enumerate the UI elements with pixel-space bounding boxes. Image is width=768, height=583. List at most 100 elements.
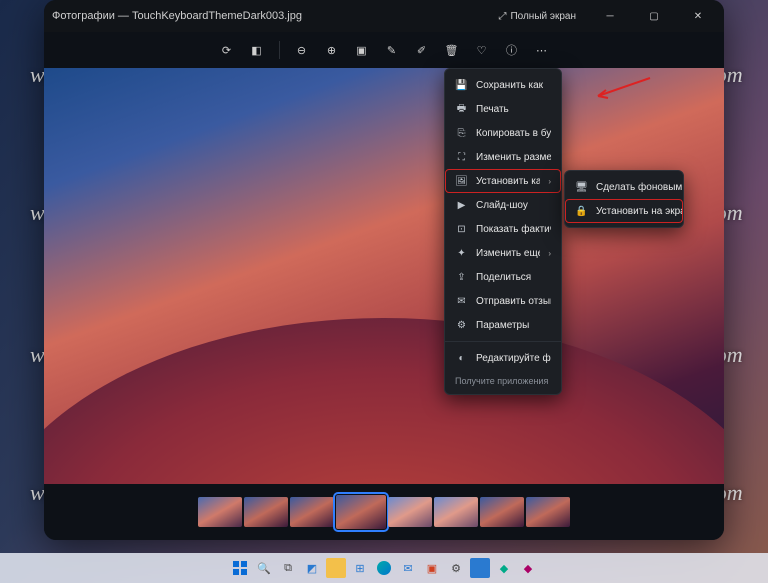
menu-actual-size[interactable]: ⊡ Показать фактический размер bbox=[445, 217, 561, 241]
menu-feedback[interactable]: ✉ Отправить отзыв bbox=[445, 289, 561, 313]
more-menu: 💾 Сохранить как 🖶 Печать ⎘ Копировать в … bbox=[444, 68, 562, 395]
setas-icon: 🖼 bbox=[455, 175, 468, 188]
submenu-label: Установить на экран блокировки bbox=[596, 206, 683, 217]
office-button[interactable]: ▣ bbox=[422, 558, 442, 578]
menu-set-as[interactable]: 🖼 Установить как › bbox=[445, 169, 561, 193]
minimize-button[interactable]: ─ bbox=[592, 2, 628, 30]
widgets-button[interactable]: ◩ bbox=[302, 558, 322, 578]
slideshow-icon: ▶ bbox=[455, 199, 468, 212]
settings-icon: ⚙ bbox=[455, 319, 468, 332]
taskbar-app-button[interactable]: ◆ bbox=[494, 558, 514, 578]
menu-label: Сохранить как bbox=[476, 80, 551, 91]
edit-icon: ✎ bbox=[387, 44, 396, 57]
menu-resize[interactable]: ⛶ Изменить размер bbox=[445, 145, 561, 169]
menu-label: Установить как bbox=[476, 176, 540, 187]
taskbar-app-button[interactable]: ◆ bbox=[518, 558, 538, 578]
compare-button[interactable]: ◧ bbox=[245, 38, 269, 62]
copy-icon: ⎘ bbox=[455, 127, 468, 140]
taskview-button[interactable]: ⧉ bbox=[278, 558, 298, 578]
menu-label: Изменить еще... bbox=[476, 248, 540, 259]
lock-icon: 🔒 bbox=[575, 205, 588, 218]
start-button[interactable] bbox=[230, 558, 250, 578]
menu-label: Поделиться bbox=[476, 272, 551, 283]
fullscreen-icon: ⤢ bbox=[498, 11, 506, 22]
edge-button[interactable] bbox=[374, 558, 394, 578]
menu-footer-sub: Получите приложения с bbox=[455, 376, 551, 386]
more-button[interactable]: ⋯ bbox=[530, 38, 554, 62]
feedback-icon: ✉ bbox=[455, 295, 468, 308]
close-button[interactable]: ✕ bbox=[680, 2, 716, 30]
thumbnail[interactable] bbox=[526, 497, 570, 527]
more-icon: ⋯ bbox=[536, 44, 547, 57]
menu-label: Слайд-шоу bbox=[476, 200, 551, 211]
rotate-icon: ⟳ bbox=[222, 44, 231, 57]
zoom-in-icon: ⊕ bbox=[327, 44, 336, 57]
thumbnail-selected[interactable] bbox=[336, 495, 386, 529]
menu-label: Параметры bbox=[476, 320, 551, 331]
submenu-set-lockscreen[interactable]: 🔒 Установить на экран блокировки bbox=[565, 199, 683, 223]
slideshow-icon: ▣ bbox=[356, 44, 366, 57]
menu-label: Печать bbox=[476, 104, 551, 115]
zoom-out-icon: ⊖ bbox=[297, 44, 306, 57]
photos-app-window: Фотографии — TouchKeyboardThemeDark003.j… bbox=[44, 0, 724, 540]
thumbnail[interactable] bbox=[198, 497, 242, 527]
explorer-button[interactable] bbox=[326, 558, 346, 578]
taskbar[interactable]: 🔍 ⧉ ◩ ⊞ ✉ ▣ ⚙ ◆ ◆ bbox=[0, 553, 768, 583]
fullscreen-label: Полный экран bbox=[510, 11, 576, 22]
settings-button[interactable]: ⚙ bbox=[446, 558, 466, 578]
thumbnail[interactable] bbox=[244, 497, 288, 527]
chevron-right-icon: › bbox=[548, 249, 551, 258]
resize-icon: ⛶ bbox=[455, 151, 468, 164]
delete-icon: 🗑 bbox=[445, 44, 459, 57]
menu-copy[interactable]: ⎘ Копировать в буфер обмена bbox=[445, 121, 561, 145]
set-as-submenu: 🖥 Сделать фоновым изображением 🔒 Установ… bbox=[564, 170, 684, 228]
photos-app-button[interactable] bbox=[470, 558, 490, 578]
menu-separator bbox=[445, 341, 561, 342]
info-button[interactable]: ⓘ bbox=[500, 38, 524, 62]
window-title: Фотографии — TouchKeyboardThemeDark003.j… bbox=[52, 10, 302, 22]
search-button[interactable]: 🔍 bbox=[254, 558, 274, 578]
desktop-icon: 🖥 bbox=[575, 181, 588, 194]
zoom-out-button[interactable]: ⊖ bbox=[290, 38, 314, 62]
print-icon: 🖶 bbox=[455, 103, 468, 116]
menu-label: Показать фактический размер bbox=[476, 224, 551, 235]
slideshow-toolbar-button[interactable]: ▣ bbox=[350, 38, 374, 62]
rotate-button[interactable]: ⟳ bbox=[215, 38, 239, 62]
menu-label: Отправить отзыв bbox=[476, 296, 551, 307]
actual-size-icon: ⊡ bbox=[455, 223, 468, 236]
image-viewer[interactable] bbox=[44, 68, 724, 484]
submenu-set-background[interactable]: 🖥 Сделать фоновым изображением bbox=[565, 175, 683, 199]
thumbnail[interactable] bbox=[290, 497, 334, 527]
thumbnail[interactable] bbox=[480, 497, 524, 527]
thumbnail[interactable] bbox=[388, 497, 432, 527]
editmore-icon: ✦ bbox=[455, 247, 468, 260]
store-button[interactable]: ⊞ bbox=[350, 558, 370, 578]
maximize-button[interactable]: ▢ bbox=[636, 2, 672, 30]
menu-save-as[interactable]: 💾 Сохранить как bbox=[445, 73, 561, 97]
menu-footer: Получите приложения с bbox=[445, 370, 561, 390]
menu-share[interactable]: ⇪ Поделиться bbox=[445, 265, 561, 289]
menu-slideshow[interactable]: ▶ Слайд-шоу bbox=[445, 193, 561, 217]
toolbar-divider bbox=[279, 41, 280, 59]
toolbar: ⟳ ◧ ⊖ ⊕ ▣ ✎ ✐ 🗑 ♡ ⓘ ⋯ bbox=[44, 32, 724, 68]
thumbnail[interactable] bbox=[434, 497, 478, 527]
menu-edit-photos-promo[interactable]: ◐ Редактируйте фотографии bbox=[445, 346, 561, 370]
mail-button[interactable]: ✉ bbox=[398, 558, 418, 578]
menu-print[interactable]: 🖶 Печать bbox=[445, 97, 561, 121]
favorite-icon: ♡ bbox=[477, 44, 487, 57]
submenu-label: Сделать фоновым изображением bbox=[596, 182, 683, 193]
edit-button[interactable]: ✎ bbox=[380, 38, 404, 62]
zoom-in-button[interactable]: ⊕ bbox=[320, 38, 344, 62]
menu-settings[interactable]: ⚙ Параметры bbox=[445, 313, 561, 337]
draw-button[interactable]: ✐ bbox=[410, 38, 434, 62]
menu-label: Копировать в буфер обмена bbox=[476, 128, 551, 139]
menu-edit-more[interactable]: ✦ Изменить еще... › bbox=[445, 241, 561, 265]
save-icon: 💾 bbox=[455, 79, 468, 92]
titlebar[interactable]: Фотографии — TouchKeyboardThemeDark003.j… bbox=[44, 0, 724, 32]
fullscreen-button[interactable]: ⤢ Полный экран bbox=[490, 7, 584, 26]
filmstrip bbox=[44, 484, 724, 540]
favorite-button[interactable]: ♡ bbox=[470, 38, 494, 62]
info-icon: ⓘ bbox=[506, 42, 517, 58]
draw-icon: ✐ bbox=[417, 44, 426, 57]
delete-button[interactable]: 🗑 bbox=[440, 38, 464, 62]
